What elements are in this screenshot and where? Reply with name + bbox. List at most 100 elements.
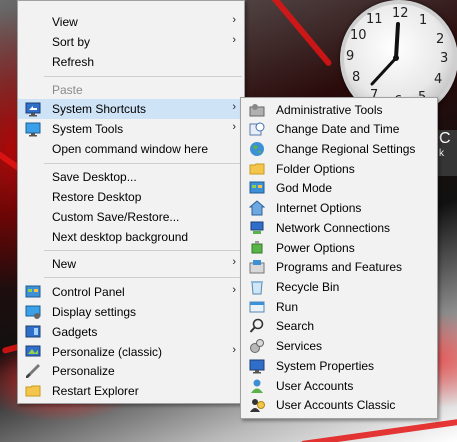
submenu-item-search[interactable]: Search (241, 316, 437, 336)
menu-item-next-background[interactable]: Next desktop background (18, 227, 244, 247)
admin-tools-icon (249, 104, 265, 117)
services-icon (250, 339, 264, 353)
menu-item-gadgets[interactable]: Gadgets (18, 322, 244, 342)
submenu-item-label: Folder Options (276, 162, 355, 176)
display-settings-icon (25, 305, 41, 319)
menu-item-system-shortcuts[interactable]: System Shortcuts › (18, 99, 244, 119)
menu-item-label: Open command window here (52, 142, 209, 156)
submenu-item-label: Internet Options (276, 201, 362, 215)
submenu-item-recycle-bin[interactable]: Recycle Bin (241, 277, 437, 297)
menu-item-label: Display settings (52, 305, 137, 319)
control-panel-icon (25, 285, 41, 298)
menu-separator (44, 277, 242, 278)
menu-item-display-settings[interactable]: Display settings (18, 302, 244, 322)
menu-item-restart-explorer[interactable]: Restart Explorer (18, 381, 244, 401)
user-accounts-icon (251, 379, 263, 393)
power-options-icon (251, 241, 263, 254)
menu-item-new[interactable]: New › (18, 254, 244, 274)
wallpaper-streak (300, 418, 457, 442)
submenu-item-change-date-time[interactable]: Change Date and Time (241, 119, 437, 139)
submenu-item-label: User Accounts (276, 379, 354, 393)
submenu-item-label: Recycle Bin (276, 280, 340, 294)
menu-item-label: System Tools (52, 122, 124, 136)
menu-item-open-command-window[interactable]: Open command window here (18, 139, 244, 159)
submenu-item-internet-options[interactable]: Internet Options (241, 198, 437, 218)
menu-item-label: Control Panel (52, 285, 125, 299)
submenu-item-label: Network Connections (276, 221, 391, 235)
search-icon (249, 318, 264, 333)
menu-item-label: Next desktop background (52, 230, 189, 244)
submenu-item-system-properties[interactable]: System Properties (241, 356, 437, 376)
submenu-item-label: System Properties (276, 359, 375, 373)
submenu-item-label: Administrative Tools (276, 103, 383, 117)
menu-separator (44, 76, 242, 77)
submenu-item-label: Services (276, 339, 323, 353)
submenu-item-label: Programs and Features (276, 260, 403, 274)
globe-icon (250, 142, 264, 156)
menu-item-label: Paste (52, 83, 83, 97)
menu-separator (44, 250, 242, 251)
submenu-item-power-options[interactable]: Power Options (241, 238, 437, 258)
network-icon (250, 221, 264, 234)
submenu-item-programs-features[interactable]: Programs and Features (241, 257, 437, 277)
internet-options-icon (249, 200, 265, 216)
chevron-right-icon: › (232, 344, 236, 356)
menu-item-personalize[interactable]: Personalize (18, 361, 244, 381)
submenu-item-label: God Mode (276, 181, 333, 195)
recycle-bin-icon (251, 281, 263, 295)
user-accounts-classic-icon (250, 399, 265, 412)
submenu-item-network-connections[interactable]: Network Connections (241, 218, 437, 238)
menu-item-control-panel[interactable]: Control Panel › (18, 282, 244, 302)
submenu-item-administrative-tools[interactable]: Administrative Tools (241, 100, 437, 120)
menu-item-label: Restore Desktop (52, 190, 142, 204)
weather-gadget[interactable]: C k (435, 130, 457, 176)
menu-item-label: Personalize (52, 364, 115, 378)
submenu-item-god-mode[interactable]: God Mode (241, 178, 437, 198)
submenu-item-user-accounts[interactable]: User Accounts (241, 376, 437, 396)
menu-item-save-desktop[interactable]: Save Desktop... (18, 167, 244, 187)
menu-item-system-tools[interactable]: System Tools › (18, 119, 244, 139)
menu-item-custom-save-restore[interactable]: Custom Save/Restore... (18, 207, 244, 227)
menu-item-label: System Shortcuts (52, 102, 147, 116)
system-shortcuts-submenu: Administrative Tools Change Date and Tim… (240, 97, 438, 419)
menu-item-label: Personalize (classic) (52, 345, 163, 359)
submenu-item-user-accounts-classic[interactable]: User Accounts Classic (241, 395, 437, 415)
chevron-right-icon: › (232, 101, 236, 113)
gadgets-icon (25, 325, 41, 338)
submenu-item-label: Run (276, 300, 299, 314)
menu-item-label: New (52, 257, 77, 271)
menu-item-label: Restart Explorer (52, 384, 139, 398)
chevron-right-icon: › (232, 14, 236, 26)
gadget-subtext: k (439, 148, 444, 159)
folder-icon (25, 385, 41, 397)
menu-item-refresh[interactable]: Refresh (18, 52, 244, 72)
submenu-item-services[interactable]: Services (241, 336, 437, 356)
menu-item-paste: Paste (18, 80, 244, 100)
system-properties-icon (249, 359, 265, 374)
menu-item-label: Custom Save/Restore... (52, 210, 180, 224)
menu-item-label: Gadgets (52, 325, 98, 339)
chevron-right-icon: › (232, 256, 236, 268)
wallpaper-streak (257, 0, 333, 68)
chevron-right-icon: › (232, 34, 236, 46)
menu-item-label: Save Desktop... (52, 170, 137, 184)
chevron-right-icon: › (232, 284, 236, 296)
monitor-icon (25, 122, 41, 137)
submenu-item-label: Search (276, 319, 315, 333)
submenu-item-run[interactable]: Run (241, 297, 437, 317)
submenu-item-label: User Accounts Classic (276, 398, 396, 412)
gadget-text: C (439, 130, 451, 147)
menu-item-label: Refresh (52, 55, 95, 69)
menu-item-personalize-classic[interactable]: Personalize (classic) › (18, 342, 244, 362)
folder-options-icon (249, 163, 265, 175)
submenu-item-folder-options[interactable]: Folder Options (241, 159, 437, 179)
desktop-context-menu: View › Sort by › Refresh Paste System Sh… (17, 0, 245, 404)
submenu-item-label: Change Date and Time (276, 122, 400, 136)
menu-item-view[interactable]: View › (18, 12, 244, 32)
menu-item-restore-desktop[interactable]: Restore Desktop (18, 187, 244, 207)
personalize-brush-icon (26, 364, 40, 378)
menu-item-label: View (52, 15, 78, 29)
menu-item-sort-by[interactable]: Sort by › (18, 32, 244, 52)
submenu-item-change-regional-settings[interactable]: Change Regional Settings (241, 139, 437, 159)
god-mode-icon (249, 181, 265, 194)
